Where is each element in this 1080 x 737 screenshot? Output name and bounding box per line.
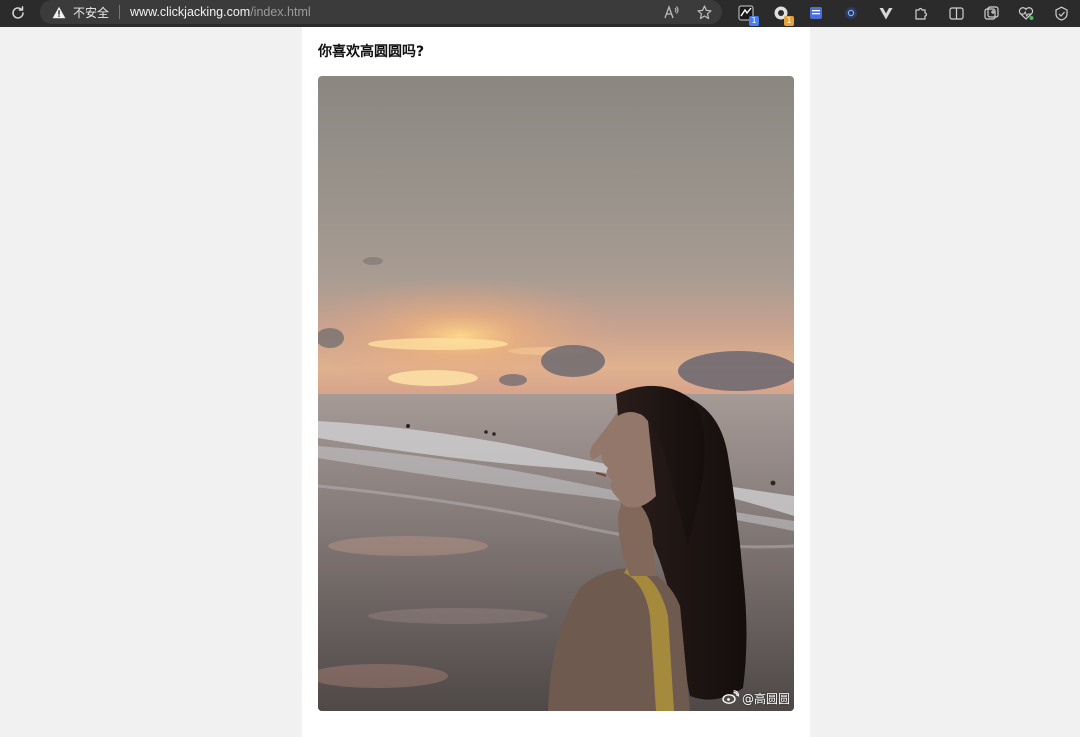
browser-essentials-icon[interactable]	[1050, 2, 1072, 24]
weibo-icon	[722, 690, 740, 707]
security-status-label[interactable]: 不安全	[73, 4, 109, 21]
watermark-text: @高圆圆	[741, 692, 790, 706]
collections-icon[interactable]	[980, 2, 1002, 24]
extension-cookie-icon[interactable]: 1	[770, 2, 794, 26]
extensions-bar: 1 1	[735, 2, 1080, 26]
favorite-star-icon[interactable]	[696, 4, 712, 20]
extension-dark-icon[interactable]: 1	[735, 2, 759, 26]
url-path: /index.html	[250, 5, 311, 19]
extensions-puzzle-icon[interactable]	[910, 2, 932, 24]
browser-toolbar: 不安全 www.clickjacking.com/index.html 1 1	[0, 0, 1080, 27]
address-bar[interactable]: 不安全 www.clickjacking.com/index.html	[40, 0, 722, 24]
photo-watermark: @高圆圆	[722, 690, 790, 707]
address-divider	[119, 5, 121, 19]
read-aloud-icon[interactable]	[664, 4, 680, 20]
url-host: www.clickjacking.com	[130, 5, 251, 19]
performance-heart-icon[interactable]	[1015, 2, 1037, 24]
split-screen-icon[interactable]	[945, 2, 967, 24]
extension-badge: 1	[784, 16, 794, 26]
extension-notes-icon[interactable]	[805, 2, 827, 24]
beach-sunset-photo[interactable]: @高圆圆	[318, 76, 794, 711]
extension-badge: 1	[749, 16, 759, 26]
warning-icon[interactable]	[52, 5, 68, 19]
question-heading: 你喜欢高圆圆吗?	[318, 44, 425, 60]
page-card: 你喜欢高圆圆吗? @高圆圆	[302, 27, 810, 737]
photo-illustration	[318, 256, 794, 711]
url-text[interactable]: www.clickjacking.com/index.html	[130, 5, 311, 19]
extension-vue-icon[interactable]	[875, 2, 897, 24]
reload-icon[interactable]	[9, 4, 27, 22]
extension-globe-icon[interactable]	[840, 2, 862, 24]
